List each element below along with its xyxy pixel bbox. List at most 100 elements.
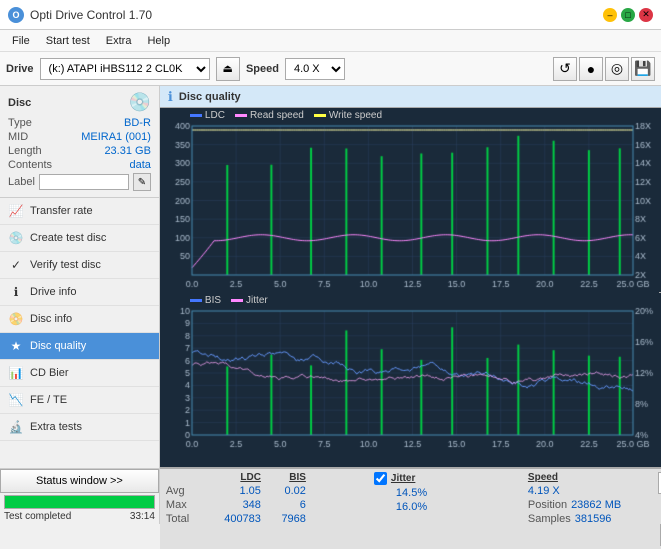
position-label: Position — [528, 499, 567, 511]
minimize-button[interactable]: – — [603, 8, 617, 22]
sidebar-item-disc-quality[interactable]: ★ Disc quality — [0, 333, 159, 360]
max-bis: 6 — [261, 499, 306, 511]
menu-bar: File Start test Extra Help — [0, 30, 661, 52]
read-speed-legend: Read speed — [235, 110, 304, 121]
disc-icon: 💿 — [129, 92, 151, 113]
extra-tests-icon: 🔬 — [8, 419, 24, 435]
contents-label: Contents — [8, 159, 52, 171]
avg-label: Avg — [166, 485, 206, 497]
scan-button[interactable]: ◎ — [605, 57, 629, 81]
menu-start-test[interactable]: Start test — [38, 33, 98, 49]
samples-label: Samples — [528, 513, 571, 525]
close-button[interactable]: ✕ — [639, 8, 653, 22]
label-input[interactable] — [39, 174, 129, 190]
menu-extra[interactable]: Extra — [98, 33, 140, 49]
disc-quality-icon: ★ — [8, 338, 24, 354]
progress-bar-fill — [5, 496, 154, 508]
sidebar-item-disc-info[interactable]: 📀 Disc info — [0, 306, 159, 333]
verify-test-disc-label: Verify test disc — [30, 259, 101, 271]
type-value: BD-R — [124, 117, 151, 129]
refresh-button[interactable]: ↺ — [553, 57, 577, 81]
jitter-label: Jitter — [391, 473, 415, 484]
app-title: Opti Drive Control 1.70 — [30, 8, 152, 22]
speed-label: Speed — [246, 63, 279, 75]
label-edit-button[interactable]: ✎ — [133, 173, 151, 191]
maximize-button[interactable]: □ — [621, 8, 635, 22]
main-area: Disc 💿 Type BD-R MID MEIRA1 (001) Length… — [0, 86, 661, 524]
create-test-disc-label: Create test disc — [30, 232, 106, 244]
total-ldc: 400783 — [206, 513, 261, 525]
samples-val: 381596 — [575, 513, 612, 525]
jitter-checkbox[interactable] — [374, 472, 387, 485]
sidebar-item-drive-info[interactable]: ℹ Drive info — [0, 279, 159, 306]
disc-header: Disc — [8, 97, 31, 109]
stats-area: LDC BIS Avg 1.05 0.02 Max 348 6 — [160, 468, 661, 549]
charts-area: LDC Read speed Write speed — [160, 108, 661, 549]
status-time: 33:14 — [130, 511, 155, 522]
status-message: Test completed — [4, 511, 71, 522]
sidebar-item-cd-bier[interactable]: 📊 CD Bier — [0, 360, 159, 387]
sidebar-item-create-test-disc[interactable]: 💿 Create test disc — [0, 225, 159, 252]
disc-panel: Disc 💿 Type BD-R MID MEIRA1 (001) Length… — [0, 86, 159, 198]
cd-bier-icon: 📊 — [8, 365, 24, 381]
max-label: Max — [166, 499, 206, 511]
verify-test-disc-icon: ✓ — [8, 257, 24, 273]
menu-file[interactable]: File — [4, 33, 38, 49]
disc-info-label: Disc info — [30, 313, 72, 325]
total-label: Total — [166, 513, 206, 525]
sidebar-item-verify-test-disc[interactable]: ✓ Verify test disc — [0, 252, 159, 279]
mid-value: MEIRA1 (001) — [81, 131, 151, 143]
avg-ldc: 1.05 — [206, 485, 261, 497]
write-speed-legend: Write speed — [314, 110, 382, 121]
max-ldc: 348 — [206, 499, 261, 511]
content-area: ℹ Disc quality LDC Read speed — [160, 86, 661, 524]
title-bar: O Opti Drive Control 1.70 – □ ✕ — [0, 0, 661, 30]
length-label: Length — [8, 145, 42, 157]
extra-tests-label: Extra tests — [30, 421, 82, 433]
nav-items: 📈 Transfer rate 💿 Create test disc ✓ Ver… — [0, 198, 159, 468]
save-button[interactable]: 💾 — [631, 57, 655, 81]
status-section: Status window >> Test completed 33:14 — [0, 468, 159, 524]
drive-info-icon: ℹ — [8, 284, 24, 300]
lower-chart-canvas — [160, 293, 659, 453]
disc-info-icon: 📀 — [8, 311, 24, 327]
jitter-legend: Jitter — [231, 295, 268, 306]
avg-jitter: 14.5% — [396, 487, 427, 499]
avg-bis: 0.02 — [261, 485, 306, 497]
drive-select[interactable]: (k:) ATAPI iHBS112 2 CL0K — [40, 58, 210, 80]
fe-te-icon: 📉 — [8, 392, 24, 408]
drive-label: Drive — [6, 63, 34, 75]
sidebar-item-extra-tests[interactable]: 🔬 Extra tests — [0, 414, 159, 441]
max-jitter: 16.0% — [396, 501, 427, 513]
sidebar: Disc 💿 Type BD-R MID MEIRA1 (001) Length… — [0, 86, 160, 524]
lower-chart-container: BIS Jitter — [160, 293, 661, 468]
fe-te-label: FE / TE — [30, 394, 67, 406]
app-icon: O — [8, 7, 24, 23]
ldc-header: LDC — [206, 472, 261, 483]
create-test-disc-icon: 💿 — [8, 230, 24, 246]
length-value: 23.31 GB — [104, 145, 150, 157]
label-label: Label — [8, 176, 35, 188]
bis-legend: BIS — [190, 295, 221, 306]
drive-info-label: Drive info — [30, 286, 76, 298]
total-bis: 7968 — [261, 513, 306, 525]
upper-chart-canvas — [160, 108, 659, 293]
bis-header: BIS — [261, 472, 306, 483]
sidebar-item-fe-te[interactable]: 📉 FE / TE — [0, 387, 159, 414]
quality-title: Disc quality — [179, 91, 241, 103]
status-window-button[interactable]: Status window >> — [0, 469, 159, 493]
menu-help[interactable]: Help — [139, 33, 178, 49]
eject-button[interactable]: ⏏ — [216, 57, 240, 81]
speed-select[interactable]: 4.0 X — [285, 58, 345, 80]
disc-quality-label: Disc quality — [30, 340, 86, 352]
transfer-rate-label: Transfer rate — [30, 205, 93, 217]
speed-stat-label: Speed — [528, 472, 558, 483]
burn-button[interactable]: ● — [579, 57, 603, 81]
quality-header: ℹ Disc quality — [160, 86, 661, 108]
cd-bier-label: CD Bier — [30, 367, 69, 379]
sidebar-item-transfer-rate[interactable]: 📈 Transfer rate — [0, 198, 159, 225]
transfer-rate-icon: 📈 — [8, 203, 24, 219]
type-label: Type — [8, 117, 32, 129]
upper-chart-container: LDC Read speed Write speed — [160, 108, 661, 293]
avg-speed: 4.19 X — [528, 485, 560, 497]
